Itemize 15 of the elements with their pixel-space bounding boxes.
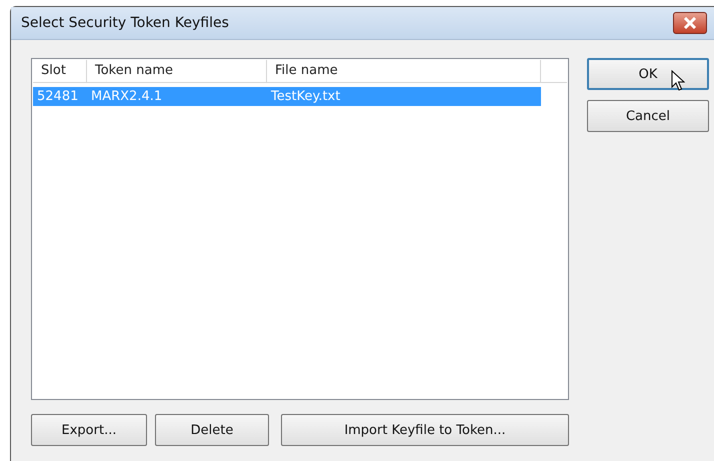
column-header[interactable]: Slot [33,60,87,82]
table-cell-text: TestKey.txt [270,88,342,106]
cancel-button[interactable]: Cancel [587,100,709,132]
ok-button[interactable]: OK [587,58,709,90]
close-icon [683,17,697,29]
import-button[interactable]: Import Keyfile to Token... [281,414,569,446]
column-header[interactable]: Token name [87,60,267,82]
table-cell-text: MARX2.4.1 [90,88,164,106]
export-button[interactable]: Export... [31,414,147,446]
window-title: Select Security Token Keyfiles [21,15,230,31]
close-button[interactable] [673,12,707,34]
cursor-icon [671,70,685,92]
delete-button[interactable]: Delete [155,414,269,446]
table-cell-text: 52481 [36,88,80,106]
column-header[interactable]: File name [267,60,541,82]
